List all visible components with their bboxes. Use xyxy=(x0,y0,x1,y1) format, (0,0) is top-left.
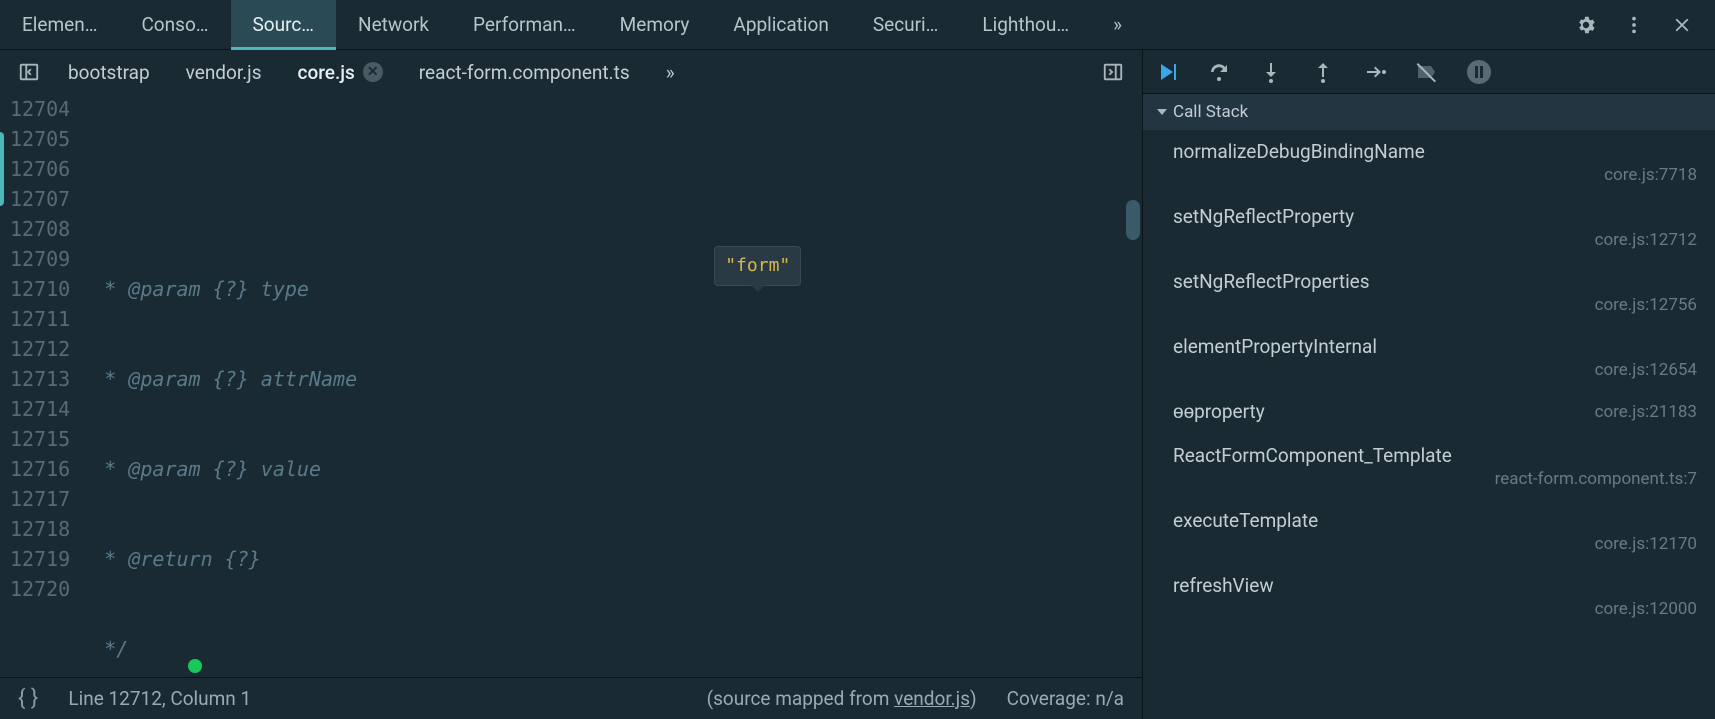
breakpoint-indicator xyxy=(0,132,4,206)
devtools-top-tabs: Elemen… Conso… Sourc… Network Performan…… xyxy=(0,0,1715,50)
callstack-frame[interactable]: elementPropertyInternalcore.js:12654 xyxy=(1143,325,1715,390)
frame-location[interactable]: core.js:7718 xyxy=(1604,165,1697,185)
debugger-panel: Call Stack normalizeDebugBindingNamecore… xyxy=(1143,50,1715,719)
line-number[interactable]: 12715 xyxy=(10,424,70,454)
line-number[interactable]: 12707 xyxy=(10,184,70,214)
pretty-print-icon[interactable]: { } xyxy=(18,686,38,711)
frame-location[interactable]: core.js:12756 xyxy=(1595,295,1697,315)
tab-network[interactable]: Network xyxy=(336,0,451,50)
line-number[interactable]: 12720 xyxy=(10,574,70,604)
callstack-frame[interactable]: executeTemplatecore.js:12170 xyxy=(1143,499,1715,564)
file-tabs: bootstrap vendor.js core.js ✕ react-form… xyxy=(0,50,1142,94)
frame-name: normalizeDebugBindingName xyxy=(1173,140,1697,163)
line-gutter[interactable]: 12704 12705 12706 12707 12708 12709 1271… xyxy=(0,94,88,677)
file-tab-bootstrap[interactable]: bootstrap xyxy=(50,50,168,94)
pause-icon[interactable] xyxy=(1467,60,1491,84)
step-into-icon[interactable] xyxy=(1259,60,1283,84)
file-tab-overflow[interactable]: » xyxy=(648,50,693,94)
step-out-icon[interactable] xyxy=(1311,60,1335,84)
line-number[interactable]: 12705 xyxy=(10,124,70,154)
tab-memory[interactable]: Memory xyxy=(598,0,712,50)
callstack-frame[interactable]: refreshViewcore.js:12000 xyxy=(1143,564,1715,629)
navigator-toggle-icon[interactable] xyxy=(8,50,50,94)
frame-name: ReactFormComponent_Template xyxy=(1173,444,1697,467)
callstack-header[interactable]: Call Stack xyxy=(1143,94,1715,130)
line-number[interactable]: 12716 xyxy=(10,454,70,484)
chevron-down-icon xyxy=(1157,109,1167,115)
scrollbar-thumb[interactable] xyxy=(1126,200,1140,240)
line-number[interactable]: 12717 xyxy=(10,484,70,514)
kebab-menu-icon[interactable] xyxy=(1623,14,1645,36)
status-bar: { } Line 12712, Column 1 (source mapped … xyxy=(0,677,1142,719)
file-tab-core[interactable]: core.js ✕ xyxy=(280,50,401,94)
resume-icon[interactable] xyxy=(1155,60,1179,84)
line-number[interactable]: 12704 xyxy=(10,94,70,124)
mapped-file-link[interactable]: vendor.js xyxy=(894,687,970,710)
close-tab-icon[interactable]: ✕ xyxy=(363,62,383,82)
frame-location[interactable]: core.js:12712 xyxy=(1595,230,1697,250)
frame-location[interactable]: core.js:21183 xyxy=(1595,402,1697,422)
tab-overflow[interactable]: » xyxy=(1091,0,1144,50)
more-tabs-icon[interactable] xyxy=(1092,50,1134,94)
line-number[interactable]: 12719 xyxy=(10,544,70,574)
line-number[interactable]: 12708 xyxy=(10,214,70,244)
step-icon[interactable] xyxy=(1363,60,1387,84)
deactivate-breakpoints-icon[interactable] xyxy=(1415,60,1439,84)
line-number[interactable]: 12718 xyxy=(10,514,70,544)
file-tab-vendor[interactable]: vendor.js xyxy=(168,50,280,94)
code-area[interactable]: "form" * @param {?} type * @param {?} at… xyxy=(88,94,1142,677)
file-tab-label: core.js xyxy=(298,61,355,84)
frame-location[interactable]: core.js:12654 xyxy=(1595,360,1697,380)
step-over-icon[interactable] xyxy=(1207,60,1231,84)
callstack-frame[interactable]: ɵɵproperty core.js:21183 xyxy=(1143,390,1715,434)
tab-console[interactable]: Conso… xyxy=(119,0,230,50)
line-number[interactable]: 12710 xyxy=(10,274,70,304)
line-number[interactable]: 12711 xyxy=(10,304,70,334)
line-number[interactable]: 12714 xyxy=(10,394,70,424)
line-number[interactable]: 12709 xyxy=(10,244,70,274)
callstack-list: normalizeDebugBindingNamecore.js:7718set… xyxy=(1143,130,1715,719)
sources-panel: bootstrap vendor.js core.js ✕ react-form… xyxy=(0,50,1143,719)
code-editor[interactable]: 12704 12705 12706 12707 12708 12709 1271… xyxy=(0,94,1142,677)
source-mapped-info: (source mapped from vendor.js) xyxy=(281,687,976,710)
callstack-title: Call Stack xyxy=(1173,102,1248,122)
frame-location[interactable]: core.js:12000 xyxy=(1595,599,1697,619)
line-number[interactable]: 12706 xyxy=(10,154,70,184)
frame-name: refreshView xyxy=(1173,574,1697,597)
line-number[interactable]: 12713 xyxy=(10,364,70,394)
callstack-frame[interactable]: setNgReflectPropertiescore.js:12756 xyxy=(1143,260,1715,325)
debugger-toolbar xyxy=(1143,50,1715,94)
line-number[interactable]: 12712 xyxy=(10,334,70,364)
callstack-frame[interactable]: setNgReflectPropertycore.js:12712 xyxy=(1143,195,1715,260)
gear-icon[interactable] xyxy=(1575,14,1597,36)
frame-name: setNgReflectProperty xyxy=(1173,205,1697,228)
tab-sources[interactable]: Sourc… xyxy=(231,0,337,50)
value-tooltip: "form" xyxy=(714,246,801,286)
frame-name: elementPropertyInternal xyxy=(1173,335,1697,358)
frame-name: executeTemplate xyxy=(1173,509,1697,532)
callstack-frame[interactable]: normalizeDebugBindingNamecore.js:7718 xyxy=(1143,130,1715,195)
callstack-frame[interactable]: ReactFormComponent_Templatereact-form.co… xyxy=(1143,434,1715,499)
close-icon[interactable] xyxy=(1671,14,1693,36)
cursor-position: Line 12712, Column 1 xyxy=(68,687,251,710)
file-tab-react-form[interactable]: react-form.component.ts xyxy=(401,50,648,94)
coverage-info: Coverage: n/a xyxy=(1007,687,1124,710)
tab-lighthouse[interactable]: Lighthou… xyxy=(960,0,1091,50)
frame-location[interactable]: react-form.component.ts:7 xyxy=(1495,469,1697,489)
frame-location[interactable]: core.js:12170 xyxy=(1595,534,1697,554)
tab-security[interactable]: Securi… xyxy=(851,0,961,50)
tab-elements[interactable]: Elemen… xyxy=(0,0,119,50)
frame-name: ɵɵproperty xyxy=(1173,400,1265,424)
frame-name: setNgReflectProperties xyxy=(1173,270,1697,293)
tab-application[interactable]: Application xyxy=(711,0,850,50)
tab-performance[interactable]: Performan… xyxy=(451,0,598,50)
